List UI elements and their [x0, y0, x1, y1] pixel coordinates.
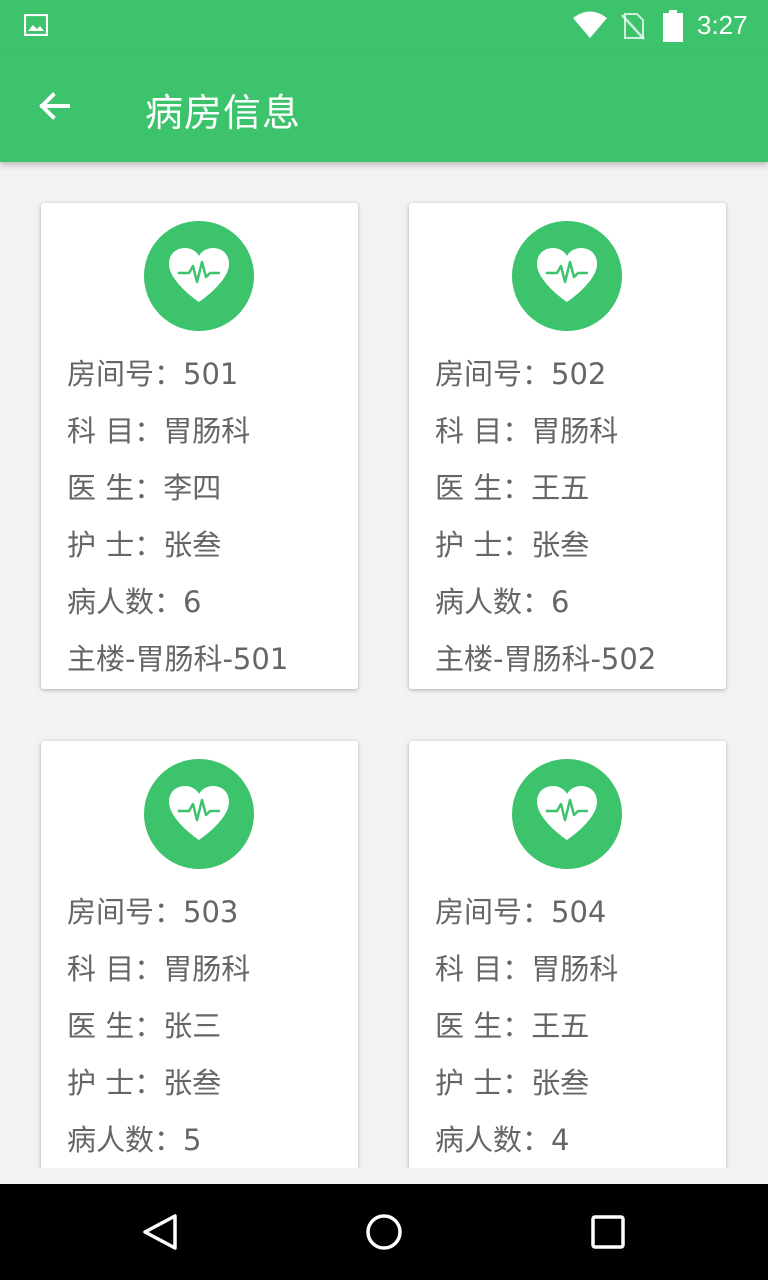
- nav-home-icon[interactable]: [364, 1212, 404, 1252]
- heart-badge: [144, 759, 254, 869]
- room-location: 主楼-胃肠科-501: [67, 642, 289, 676]
- doctor: 医 生：李四: [67, 471, 222, 505]
- patient-count: 病人数：6: [435, 585, 570, 619]
- department: 科 目：胃肠科: [435, 414, 619, 448]
- room-card[interactable]: 房间号：502 科 目：胃肠科 医 生：王五 护 士：张叁 病人数：6 主楼-胃…: [409, 203, 726, 689]
- nurse: 护 士：张叁: [67, 1066, 222, 1100]
- department: 科 目：胃肠科: [435, 952, 619, 986]
- heartbeat-icon: [537, 248, 597, 302]
- heart-badge: [512, 221, 622, 331]
- nav-recent-icon[interactable]: [590, 1214, 626, 1250]
- nav-back-icon[interactable]: [140, 1212, 180, 1252]
- battery-icon: [663, 10, 683, 42]
- room-card[interactable]: 房间号：503 科 目：胃肠科 医 生：张三 护 士：张叁 病人数：5: [41, 741, 358, 1168]
- nurse: 护 士：张叁: [435, 1066, 590, 1100]
- room-number: 房间号：502: [435, 357, 607, 391]
- system-nav-bar: [0, 1184, 768, 1280]
- heartbeat-icon: [169, 248, 229, 302]
- room-card[interactable]: 房间号：501 科 目：胃肠科 医 生：李四 护 士：张叁 病人数：6 主楼-胃…: [41, 203, 358, 689]
- room-number: 房间号：504: [435, 895, 607, 929]
- heartbeat-icon: [169, 786, 229, 840]
- doctor: 医 生：王五: [435, 1009, 590, 1043]
- wifi-icon: [573, 11, 607, 38]
- arrow-left-icon[interactable]: [34, 86, 74, 126]
- room-card[interactable]: 房间号：504 科 目：胃肠科 医 生：王五 护 士：张叁 病人数：4: [409, 741, 726, 1168]
- heartbeat-icon: [537, 786, 597, 840]
- department: 科 目：胃肠科: [67, 414, 251, 448]
- doctor: 医 生：王五: [435, 471, 590, 505]
- doctor: 医 生：张三: [67, 1009, 222, 1043]
- status-bar: 3:27: [0, 0, 768, 52]
- nurse: 护 士：张叁: [435, 528, 590, 562]
- no-sim-icon: [621, 13, 645, 40]
- room-location: 主楼-胃肠科-502: [435, 642, 657, 676]
- room-number: 房间号：503: [67, 895, 239, 929]
- patient-count: 病人数：5: [67, 1123, 202, 1157]
- app-bar: 病房信息: [0, 52, 768, 162]
- status-time: 3:27: [697, 10, 748, 40]
- heart-badge: [144, 221, 254, 331]
- gallery-icon: [24, 14, 48, 36]
- room-list[interactable]: 房间号：501 科 目：胃肠科 医 生：李四 护 士：张叁 病人数：6 主楼-胃…: [0, 162, 768, 1168]
- room-number: 房间号：501: [67, 357, 239, 391]
- heart-badge: [512, 759, 622, 869]
- department: 科 目：胃肠科: [67, 952, 251, 986]
- nurse: 护 士：张叁: [67, 528, 222, 562]
- patient-count: 病人数：6: [67, 585, 202, 619]
- page-title: 病房信息: [145, 91, 302, 135]
- patient-count: 病人数：4: [435, 1123, 570, 1157]
